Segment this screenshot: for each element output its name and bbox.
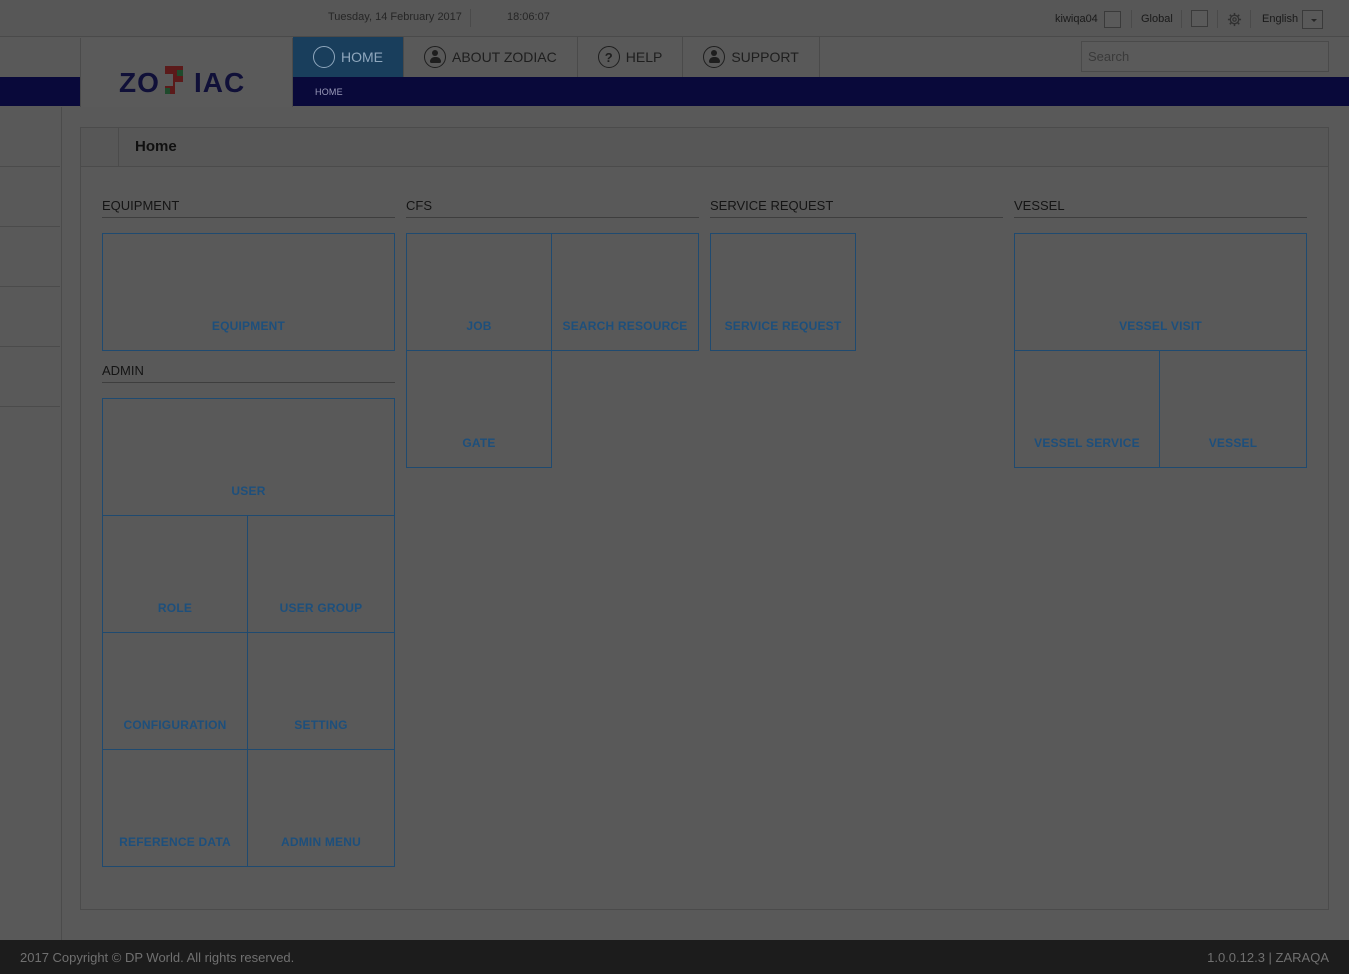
user-menu-icon[interactable]	[1104, 11, 1121, 28]
section-equipment-title: EQUIPMENT	[102, 194, 395, 218]
rail-divider	[0, 166, 60, 167]
tile-search-resource[interactable]: SEARCH RESOURCE	[551, 233, 699, 351]
main-nav: HOME ABOUT ZODIAC ? HELP SUPPORT	[293, 37, 820, 77]
svg-text:IAC: IAC	[194, 67, 245, 98]
breadcrumb[interactable]: HOME	[315, 87, 343, 97]
tile-role[interactable]: ROLE	[102, 515, 248, 633]
tab-label: SUPPORT	[731, 49, 799, 65]
rail-divider	[0, 286, 60, 287]
tile-vessel-visit[interactable]: VESSEL VISIT	[1014, 233, 1307, 351]
chevron-down-icon[interactable]	[1302, 10, 1323, 29]
copyright-text: 2017 Copyright © DP World. All rights re…	[20, 950, 295, 965]
header-band: HOME	[293, 77, 1349, 106]
tile-admin-menu[interactable]: ADMIN MENU	[247, 749, 395, 867]
current-time: 18:06:07	[507, 11, 550, 23]
scope-icon[interactable]	[1191, 10, 1208, 27]
divider	[470, 9, 471, 27]
tab-help[interactable]: ? HELP	[578, 37, 684, 77]
tile-gate[interactable]: GATE	[406, 350, 552, 468]
gear-icon[interactable]	[1227, 12, 1242, 27]
page-title: Home	[135, 138, 177, 155]
tile-user-group[interactable]: USER GROUP	[247, 515, 395, 633]
panel-header: Home	[81, 128, 1328, 167]
tile-service-request[interactable]: SERVICE REQUEST	[710, 233, 856, 351]
home-circle-icon	[313, 46, 335, 68]
tile-vessel-service[interactable]: VESSEL SERVICE	[1014, 350, 1160, 468]
tile-setting[interactable]: SETTING	[247, 632, 395, 750]
search-input[interactable]	[1081, 41, 1329, 72]
tile-user[interactable]: USER	[102, 398, 395, 516]
section-service-request-title: SERVICE REQUEST	[710, 194, 1003, 218]
tab-label: HOME	[341, 49, 383, 65]
tile-reference-data[interactable]: REFERENCE DATA	[102, 749, 248, 867]
language-select[interactable]: English	[1262, 13, 1298, 25]
divider	[1217, 10, 1218, 28]
username[interactable]: kiwiqa04	[1055, 13, 1098, 25]
tab-label: HELP	[625, 49, 663, 65]
rail-divider	[0, 406, 60, 407]
people-icon	[424, 46, 446, 68]
tile-equipment[interactable]: EQUIPMENT	[102, 233, 395, 351]
question-icon: ?	[597, 46, 620, 68]
tab-support[interactable]: SUPPORT	[683, 37, 820, 77]
rail-divider	[0, 346, 60, 347]
scope-label[interactable]: Global	[1141, 13, 1173, 25]
section-admin-title: ADMIN	[102, 359, 395, 383]
divider	[1181, 10, 1182, 28]
left-rail	[0, 107, 62, 940]
home-panel: Home EQUIPMENT EQUIPMENT ADMIN USER ROLE…	[80, 127, 1329, 910]
footer: 2017 Copyright © DP World. All rights re…	[0, 940, 1349, 974]
support-person-icon	[703, 46, 726, 68]
zodiac-logo-icon: ZO IAC	[119, 66, 245, 98]
top-status-bar: Tuesday, 14 February 2017 18:06:07 kiwiq…	[0, 0, 1349, 37]
tab-about-zodiac[interactable]: ABOUT ZODIAC	[404, 37, 578, 77]
tab-home[interactable]: HOME	[293, 37, 404, 77]
divider	[1131, 10, 1132, 28]
section-cfs-title: CFS	[406, 194, 699, 218]
current-date: Tuesday, 14 February 2017	[328, 11, 462, 23]
tab-label: ABOUT ZODIAC	[452, 49, 557, 65]
section-vessel-title: VESSEL	[1014, 194, 1307, 218]
svg-text:ZO: ZO	[119, 67, 160, 98]
version-text: 1.0.0.12.3 | ZARAQA	[1207, 950, 1329, 965]
divider	[118, 128, 119, 167]
tile-vessel[interactable]: VESSEL	[1159, 350, 1307, 468]
divider	[1250, 10, 1251, 28]
tile-configuration[interactable]: CONFIGURATION	[102, 632, 248, 750]
logo[interactable]: ZO IAC	[80, 38, 293, 107]
header-band-left	[0, 77, 80, 106]
tile-job[interactable]: JOB	[406, 233, 552, 351]
rail-divider	[0, 226, 60, 227]
